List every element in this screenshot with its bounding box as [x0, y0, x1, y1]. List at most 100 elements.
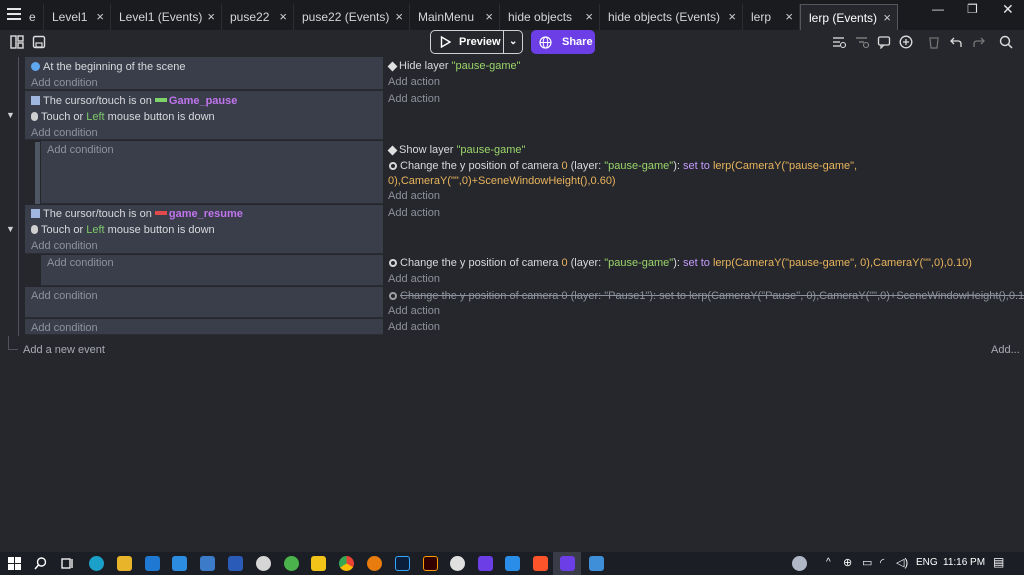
minimize-icon[interactable]: —	[932, 2, 944, 16]
collapse-arrow-icon[interactable]: ▼	[6, 224, 15, 234]
mail-icon[interactable]	[145, 556, 160, 571]
tray-icon[interactable]: ⊕	[843, 556, 852, 569]
tab-scene-partial[interactable]: e	[27, 4, 44, 30]
action-hide-layer[interactable]: Hide layer "pause-game"	[387, 58, 521, 74]
close-icon[interactable]: ×	[785, 9, 793, 24]
word-icon[interactable]	[228, 556, 243, 571]
search-icon[interactable]	[999, 35, 1013, 49]
menu-icon[interactable]	[7, 8, 21, 20]
clock[interactable]: 11:16 PM	[943, 557, 985, 568]
add-condition-button[interactable]: Add condition	[47, 255, 114, 271]
app-icon[interactable]	[311, 556, 326, 571]
preview-button[interactable]: Preview ⌄	[430, 30, 523, 54]
add-action-button[interactable]: Add action	[388, 188, 440, 204]
file-explorer-icon[interactable]	[117, 556, 132, 571]
action-change-camera-y[interactable]: Change the y position of camera 0 (layer…	[389, 158, 857, 174]
close-icon[interactable]: ×	[585, 9, 593, 24]
add-action-button[interactable]: Add action	[388, 303, 440, 319]
illustrator-icon[interactable]	[423, 556, 438, 571]
photoshop-icon[interactable]	[395, 556, 410, 571]
volume-icon[interactable]: ◁)	[896, 556, 908, 569]
tab-label: puse22 (Events)	[302, 10, 390, 24]
mouse-icon	[31, 225, 38, 234]
task-view-icon[interactable]	[60, 556, 75, 571]
tab-lerp-events[interactable]: lerp (Events) ×	[800, 4, 898, 30]
start-icon[interactable]	[7, 556, 22, 571]
layout-icon[interactable]	[10, 35, 24, 49]
vscode-icon[interactable]	[505, 556, 520, 571]
notification-icon[interactable]: ▤	[993, 555, 1004, 569]
edge-icon[interactable]	[89, 556, 104, 571]
wifi-icon[interactable]: ◜	[880, 556, 884, 569]
app-icon[interactable]	[589, 556, 604, 571]
add-action-button[interactable]: Add action	[388, 319, 440, 335]
tab-lerp[interactable]: lerp ×	[743, 4, 800, 30]
tab-level1-events[interactable]: Level1 (Events) ×	[111, 4, 222, 30]
add-action-button[interactable]: Add action	[388, 271, 440, 287]
close-icon[interactable]: ×	[96, 9, 104, 24]
tab-puse22-events[interactable]: puse22 (Events) ×	[294, 4, 410, 30]
close-icon[interactable]: ×	[485, 9, 493, 24]
add-action-button[interactable]: Add action	[388, 205, 440, 221]
add-subevent-icon[interactable]	[855, 35, 869, 49]
condition-mouse-button[interactable]: Touch or Left mouse button is down	[31, 109, 215, 125]
add-new-event-button[interactable]: Add a new event	[23, 342, 105, 358]
close-icon[interactable]: ×	[883, 10, 891, 25]
condition-scene-start[interactable]: At the beginning of the scene	[31, 59, 186, 75]
blender-icon[interactable]	[367, 556, 382, 571]
battery-icon[interactable]: ▭	[862, 556, 872, 569]
undo-icon[interactable]	[949, 35, 963, 49]
app-icon[interactable]	[450, 556, 465, 571]
tab-label: lerp	[751, 10, 772, 24]
chevron-up-icon[interactable]: ^	[826, 557, 831, 568]
window-close-icon[interactable]: ✕	[1002, 1, 1014, 18]
app-icon[interactable]	[284, 556, 299, 571]
tab-hide-objects[interactable]: hide objects ×	[500, 4, 600, 30]
close-icon[interactable]: ×	[728, 9, 736, 24]
close-icon[interactable]: ×	[279, 9, 287, 24]
tab-puse22[interactable]: puse22 ×	[222, 4, 294, 30]
action-change-camera-y[interactable]: Change the y position of camera 0 (layer…	[389, 255, 972, 271]
delete-icon[interactable]	[927, 35, 941, 49]
add-action-button[interactable]: Add action	[388, 74, 440, 90]
store-icon[interactable]	[172, 556, 187, 571]
condition-cursor-on-object[interactable]: The cursor/touch is on game_resume	[31, 206, 243, 222]
add-condition-button[interactable]: Add condition	[31, 238, 98, 254]
add-circle-icon[interactable]	[899, 35, 913, 49]
chrome-icon[interactable]	[339, 556, 354, 571]
add-condition-button[interactable]: Add condition	[31, 125, 98, 141]
add-more-button[interactable]: Add...	[991, 342, 1020, 358]
language-indicator[interactable]: ENG	[916, 557, 938, 568]
comment-icon[interactable]	[877, 35, 891, 49]
gdevelop-icon[interactable]	[478, 556, 493, 571]
weather-icon[interactable]	[792, 556, 807, 571]
add-condition-button[interactable]: Add condition	[31, 75, 98, 91]
chevron-down-icon[interactable]: ⌄	[509, 36, 517, 47]
add-condition-button[interactable]: Add condition	[47, 142, 114, 158]
gdevelop-icon[interactable]	[560, 556, 575, 571]
action-show-layer[interactable]: Show layer "pause-game"	[387, 142, 525, 158]
play-icon	[440, 36, 451, 48]
share-button[interactable]: Share	[531, 30, 595, 54]
action-expression: 0),CameraY("",0)+SceneWindowHeight(),0.6…	[388, 175, 616, 187]
condition-cursor-on-object[interactable]: The cursor/touch is on Game_pause	[31, 93, 237, 109]
tab-level1[interactable]: Level1 ×	[44, 4, 111, 30]
search-icon[interactable]	[33, 556, 48, 571]
action-disabled[interactable]: Change the y position of camera 0 (layer…	[389, 288, 1024, 304]
app-icon[interactable]	[256, 556, 271, 571]
restore-icon[interactable]: ❐	[967, 2, 978, 16]
close-icon[interactable]: ×	[207, 9, 215, 24]
redo-icon[interactable]	[972, 35, 986, 49]
condition-mouse-button[interactable]: Touch or Left mouse button is down	[31, 222, 215, 238]
collapse-arrow-icon[interactable]: ▼	[6, 110, 15, 120]
app-icon[interactable]	[200, 556, 215, 571]
brave-icon[interactable]	[533, 556, 548, 571]
add-event-icon[interactable]	[832, 35, 846, 49]
add-condition-button[interactable]: Add condition	[31, 320, 98, 336]
close-icon[interactable]: ×	[395, 9, 403, 24]
add-condition-button[interactable]: Add condition	[31, 288, 98, 304]
save-icon[interactable]	[32, 35, 46, 49]
add-action-button[interactable]: Add action	[388, 91, 440, 107]
tab-hide-objects-events[interactable]: hide objects (Events) ×	[600, 4, 743, 30]
tab-mainmenu[interactable]: MainMenu ×	[410, 4, 500, 30]
